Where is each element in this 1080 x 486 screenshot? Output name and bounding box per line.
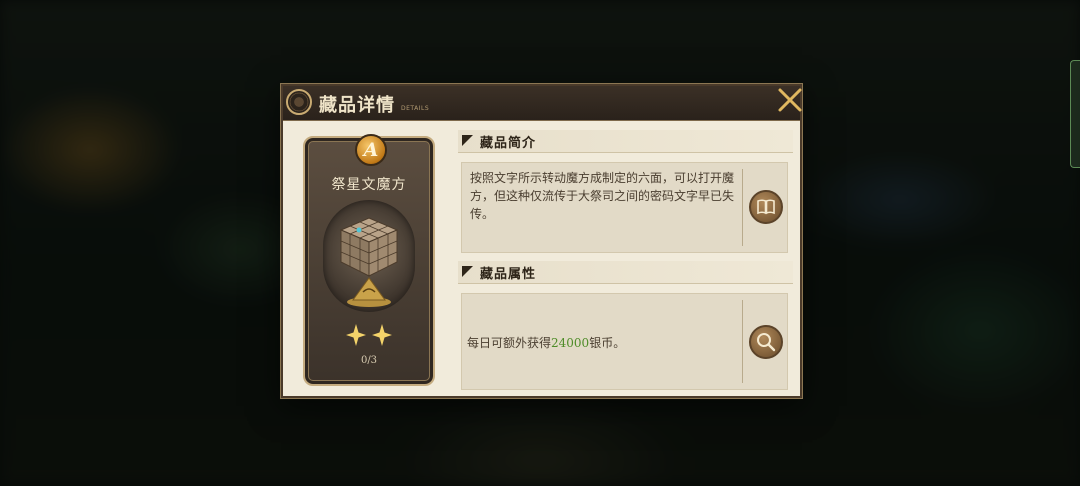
item-card[interactable]: A 祭星文魔方 0/3 (303, 134, 435, 386)
section-triangle-icon (462, 266, 473, 277)
collection-detail-dialog: 藏品详情 DETAILS A 祭星文魔方 0/3 藏品简介 按照文字所示转动魔方… (281, 84, 802, 398)
section-divider (742, 300, 743, 383)
grade-badge: A (355, 134, 387, 166)
attribute-text: 每日可额外获得24000银币。 (467, 334, 625, 351)
intro-section: 按照文字所示转动魔方成制定的六面，可以打开魔方，但这种仅流传于大祭司之间的密码文… (461, 162, 788, 253)
intro-section-header: 藏品简介 (458, 130, 793, 153)
close-icon (778, 88, 802, 112)
dialog-title: 藏品详情 (319, 95, 395, 116)
attributes-section-header: 藏品属性 (458, 261, 793, 284)
attributes-heading: 藏品属性 (480, 267, 537, 282)
magic-cube-icon (339, 217, 399, 307)
intro-description: 按照文字所示转动魔方成制定的六面，可以打开魔方，但这种仅流传于大祭司之间的密码文… (470, 171, 735, 221)
dialog-subtitle: DETAILS (401, 105, 430, 112)
book-icon (757, 199, 775, 215)
section-triangle-icon (462, 135, 473, 146)
star-icon (371, 324, 392, 346)
attributes-section: 每日可额外获得24000银币。 (461, 293, 788, 390)
emblem-icon (286, 89, 312, 115)
star-icon (346, 324, 367, 346)
magnifier-icon (757, 333, 776, 352)
item-image-frame (323, 200, 415, 312)
magnifier-button[interactable] (749, 325, 783, 359)
star-progress: 0/3 (360, 355, 378, 366)
item-name: 祭星文魔方 (331, 177, 407, 193)
attribute-text-after: 银币。 (589, 336, 626, 350)
section-divider (742, 169, 743, 246)
close-button[interactable] (774, 84, 806, 116)
silver-amount: 24000 (551, 336, 590, 350)
book-button[interactable] (749, 190, 783, 224)
dialog-titlebar: 藏品详情 DETAILS (283, 86, 800, 121)
star-rating (305, 324, 433, 350)
side-edge-tab[interactable] (1070, 60, 1080, 168)
attribute-text-before: 每日可额外获得 (467, 336, 552, 350)
intro-heading: 藏品简介 (480, 136, 537, 151)
